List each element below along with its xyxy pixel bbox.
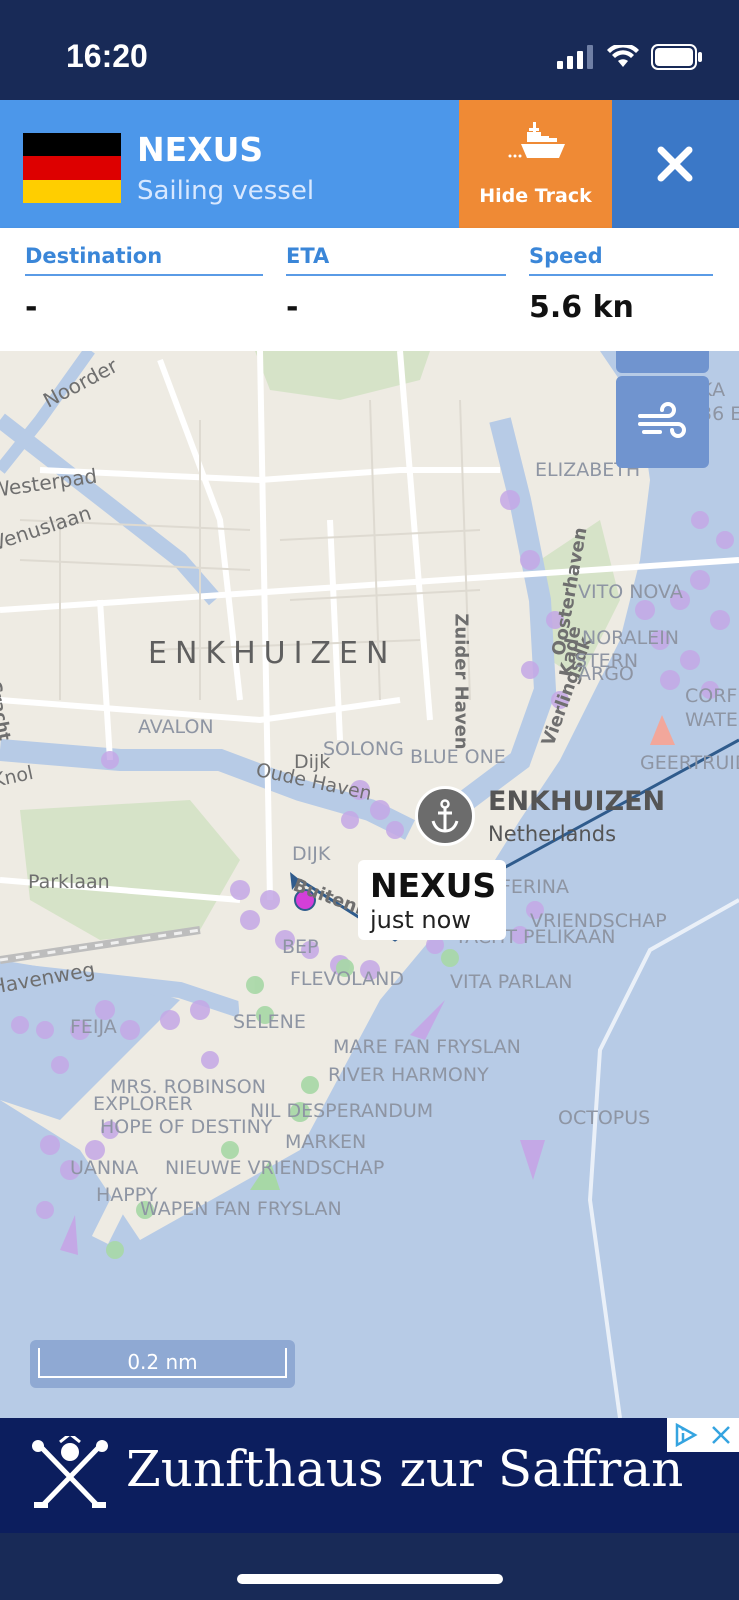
vessel-callout[interactable]: NEXUS just now bbox=[358, 860, 506, 940]
close-icon bbox=[657, 146, 693, 182]
ship-label: CORF bbox=[685, 685, 738, 707]
ship-label: HOPE OF DESTINY bbox=[100, 1116, 273, 1138]
home-indicator[interactable] bbox=[237, 1574, 503, 1584]
ship-label: NORALEIN bbox=[582, 627, 680, 649]
ship-label: RIVER HARMONY bbox=[328, 1064, 489, 1086]
street-label: Parklaan bbox=[28, 871, 110, 893]
flag-germany-icon bbox=[23, 133, 121, 203]
callout-vessel-name: NEXUS bbox=[370, 866, 497, 905]
voyage-info-panel: Destination - ETA - Speed 5.6 kn bbox=[0, 228, 739, 351]
ship-label: BLUE ONE bbox=[410, 746, 506, 768]
ship-label: UANNA bbox=[70, 1157, 139, 1179]
ship-label: GEERTRUIDA bbox=[640, 752, 739, 774]
ship-icon bbox=[508, 122, 565, 158]
ship-label: FEIJA bbox=[70, 1016, 117, 1038]
speed-value: 5.6 kn bbox=[529, 290, 634, 325]
status-bar: 16:20 bbox=[0, 0, 739, 100]
adchoices-icon bbox=[675, 1423, 698, 1447]
eta-field: ETA - bbox=[286, 244, 506, 325]
wifi-icon bbox=[607, 45, 639, 67]
close-button[interactable] bbox=[612, 100, 739, 228]
ship-label: VITO NOVA bbox=[578, 581, 683, 603]
callout-time: just now bbox=[370, 906, 471, 934]
hide-track-label: Hide Track bbox=[479, 185, 592, 207]
ship-label: OCTOPUS bbox=[558, 1107, 651, 1129]
ship-label: AVALON bbox=[138, 716, 214, 738]
scale-label: 0.2 nm bbox=[127, 1350, 198, 1374]
map-scale: 0.2 nm bbox=[30, 1340, 295, 1388]
speed-label: Speed bbox=[529, 244, 713, 276]
ad-title: Zunfthaus zur Saffran bbox=[126, 1440, 684, 1498]
status-time: 16:20 bbox=[66, 38, 148, 74]
crossed-keys-logo-icon bbox=[32, 1436, 108, 1508]
adchoices-button[interactable] bbox=[667, 1418, 739, 1452]
port-country: Netherlands bbox=[488, 822, 617, 846]
ad-banner[interactable]: Zunfthaus zur Saffran bbox=[0, 1418, 739, 1533]
destination-value: - bbox=[25, 290, 38, 325]
ship-label: FERINA bbox=[500, 876, 569, 898]
wind-layer-button[interactable] bbox=[616, 376, 709, 468]
hide-track-button[interactable]: Hide Track bbox=[459, 100, 612, 228]
wind-icon bbox=[638, 402, 686, 438]
battery-icon bbox=[651, 44, 702, 70]
ship-label: FLEVOLAND bbox=[290, 968, 404, 990]
ship-label: BEP bbox=[282, 936, 319, 958]
ship-label: NIEUWE VRIENDSCHAP bbox=[165, 1157, 385, 1179]
ship-label: NIL DESPERANDUM bbox=[250, 1100, 434, 1122]
map-layer-button[interactable] bbox=[616, 351, 709, 373]
destination-label: Destination bbox=[25, 244, 263, 276]
ship-label: SOLONG bbox=[323, 738, 404, 760]
eta-label: ETA bbox=[286, 244, 506, 276]
ship-label: SELENE bbox=[233, 1011, 306, 1033]
ship-label: WAPEN FAN FRYSLAN bbox=[140, 1198, 342, 1220]
bottom-safe-area bbox=[0, 1533, 739, 1600]
ship-label: WATE bbox=[685, 709, 738, 731]
ship-label: DIJK bbox=[292, 843, 331, 865]
ship-label: ARGO bbox=[578, 663, 634, 685]
city-label: ENKHUIZEN bbox=[148, 636, 397, 671]
ship-label: VITA PARLAN bbox=[450, 971, 573, 993]
street-label: Zuider Haven bbox=[450, 613, 472, 750]
port-name: ENKHUIZEN bbox=[488, 786, 666, 817]
port-marker[interactable] bbox=[415, 786, 475, 846]
status-icons bbox=[557, 44, 703, 70]
destination-field: Destination - bbox=[25, 244, 263, 325]
anchor-icon bbox=[431, 799, 459, 833]
vessel-type: Sailing vessel bbox=[137, 176, 315, 206]
ad-close-icon bbox=[712, 1426, 730, 1444]
speed-field: Speed 5.6 kn bbox=[529, 244, 713, 325]
cellular-signal-icon bbox=[557, 45, 593, 69]
ship-label: MARKEN bbox=[285, 1131, 367, 1153]
ship-label: MARE FAN FRYSLAN bbox=[333, 1036, 521, 1058]
vessel-name: NEXUS bbox=[137, 130, 264, 169]
ship-label: EXPLORER bbox=[93, 1093, 193, 1115]
eta-value: - bbox=[286, 290, 299, 325]
